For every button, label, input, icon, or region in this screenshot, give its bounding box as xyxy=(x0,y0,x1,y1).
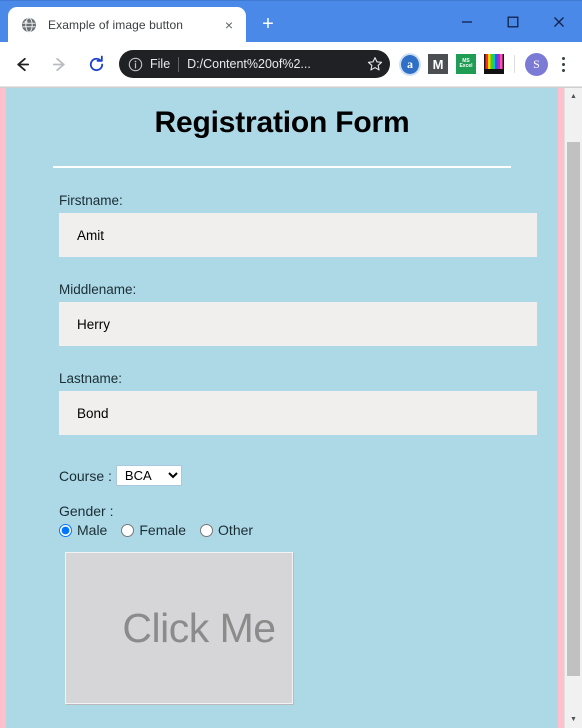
forward-icon[interactable] xyxy=(45,50,73,78)
gender-option-male[interactable]: Male xyxy=(59,522,107,538)
ms-excel-extension-icon[interactable]: MS Excel xyxy=(455,53,477,75)
gender-options: Male Female Other xyxy=(59,522,558,538)
gender-radio-other[interactable] xyxy=(200,523,214,537)
toolbar-divider xyxy=(514,55,515,73)
kebab-menu-icon[interactable] xyxy=(552,51,574,77)
middlename-input[interactable] xyxy=(59,302,537,346)
registration-form: Registration Form Firstname: Middlename:… xyxy=(6,106,558,728)
mail-extension-label: M xyxy=(428,54,448,74)
gender-radio-male[interactable] xyxy=(59,523,72,537)
page-viewport: Registration Form Firstname: Middlename:… xyxy=(0,87,582,728)
color-picker-extension-icon[interactable] xyxy=(483,53,505,75)
minimize-button[interactable] xyxy=(444,1,490,42)
ms-excel-label-bottom: Excel xyxy=(459,63,473,69)
amazon-extension-icon[interactable]: a xyxy=(399,52,421,76)
window-controls xyxy=(444,1,582,42)
gender-option-female[interactable]: Female xyxy=(121,522,186,538)
firstname-input[interactable] xyxy=(59,213,537,257)
site-info-icon[interactable] xyxy=(128,57,143,72)
tab-strip: Example of image button × + xyxy=(0,1,282,42)
close-window-button[interactable] xyxy=(536,1,582,42)
click-me-label: Click Me xyxy=(122,604,276,651)
scrollbar-track[interactable] xyxy=(565,105,582,711)
title-bar: Example of image button × + xyxy=(0,0,582,42)
gender-label-other[interactable]: Other xyxy=(218,522,253,538)
avatar[interactable]: S xyxy=(525,52,548,76)
gender-label-female[interactable]: Female xyxy=(139,522,186,538)
firstname-label: Firstname: xyxy=(59,193,123,208)
browser-window: Example of image button × + File D:/Cont… xyxy=(0,0,582,728)
browser-tab[interactable]: Example of image button × xyxy=(8,7,246,42)
web-page: Registration Form Firstname: Middlename:… xyxy=(0,88,564,728)
scrollbar-thumb[interactable] xyxy=(567,142,580,676)
address-bar[interactable]: File D:/Content%20of%2... xyxy=(119,50,390,78)
page-title: Registration Form xyxy=(154,106,410,139)
url-scheme-label: File xyxy=(150,57,171,71)
click-me-image-button[interactable]: Click Me xyxy=(65,552,293,704)
page-scrollbar[interactable]: ▲ ▼ xyxy=(564,88,582,728)
middlename-label: Middlename: xyxy=(59,282,137,297)
color-picker-swatch xyxy=(484,54,504,74)
reload-icon[interactable] xyxy=(82,50,110,78)
scroll-down-arrow-icon[interactable]: ▼ xyxy=(565,711,582,728)
gender-option-other[interactable]: Other xyxy=(200,522,253,538)
gender-label-male[interactable]: Male xyxy=(77,522,107,538)
gender-label: Gender : xyxy=(59,503,114,519)
course-select[interactable]: BCA xyxy=(115,465,182,486)
new-tab-button[interactable]: + xyxy=(254,10,282,38)
kebab-dot xyxy=(561,68,565,72)
maximize-button[interactable] xyxy=(490,1,536,42)
back-icon[interactable] xyxy=(8,50,36,78)
close-tab-icon[interactable]: × xyxy=(220,16,238,34)
kebab-dot xyxy=(561,56,565,60)
ms-excel-extension-label: MS Excel xyxy=(456,54,476,74)
scroll-up-arrow-icon[interactable]: ▲ xyxy=(565,88,582,105)
omnibox-separator xyxy=(178,56,180,72)
title-divider xyxy=(53,166,511,168)
url-text: D:/Content%20of%2... xyxy=(187,57,311,71)
navigation-toolbar: File D:/Content%20of%2... a M MS Excel S xyxy=(0,42,582,87)
amazon-extension-label: a xyxy=(399,52,421,76)
course-row: Course : BCA xyxy=(59,465,558,486)
kebab-dot xyxy=(561,62,565,66)
tab-title: Example of image button xyxy=(48,17,184,32)
lastname-input[interactable] xyxy=(59,391,537,435)
globe-icon xyxy=(20,16,37,33)
mail-extension-icon[interactable]: M xyxy=(427,53,449,75)
lastname-label: Lastname: xyxy=(59,371,123,386)
course-label: Course : xyxy=(59,467,112,484)
gender-radio-female[interactable] xyxy=(121,523,135,537)
bookmark-star-icon[interactable] xyxy=(366,55,384,73)
